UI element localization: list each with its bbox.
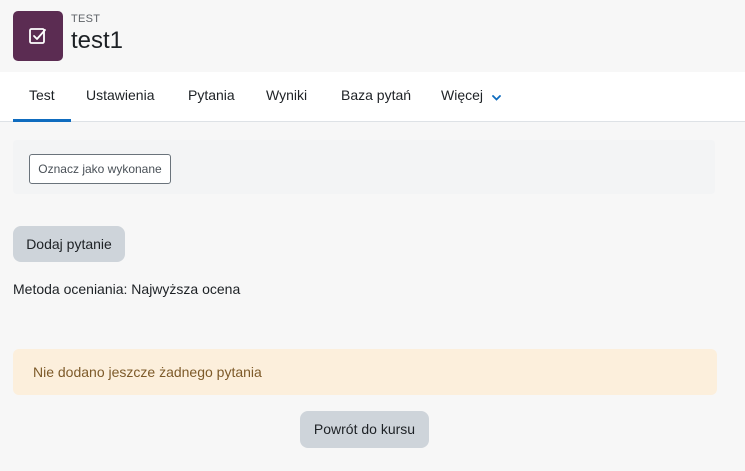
no-questions-alert: Nie dodano jeszcze żadnego pytania xyxy=(13,349,717,395)
chevron-down-icon xyxy=(492,73,501,120)
tab-question-bank[interactable]: Baza pytań xyxy=(341,72,411,119)
tab-settings[interactable]: Ustawienia xyxy=(86,72,154,119)
quiz-checkbox-icon xyxy=(13,11,63,61)
page-header: TEST test1 xyxy=(13,11,123,61)
tab-more[interactable]: Więcej xyxy=(441,72,501,119)
tab-label: Test xyxy=(29,87,55,103)
tab-label: Wyniki xyxy=(266,87,308,103)
tab-questions[interactable]: Pytania xyxy=(188,72,235,119)
tab-label: Ustawienia xyxy=(86,87,155,103)
add-question-button[interactable]: Dodaj pytanie xyxy=(13,226,125,262)
mark-as-done-button[interactable]: Oznacz jako wykonane xyxy=(29,154,171,184)
tab-label: Więcej xyxy=(441,87,484,103)
tab-label: Pytania xyxy=(188,87,235,103)
tab-label: Baza pytań xyxy=(341,87,412,103)
secondary-navigation: Test Ustawienia Pytania Wyniki Baza pyta… xyxy=(0,72,745,122)
module-type-label: TEST xyxy=(71,13,101,25)
back-to-course-button[interactable]: Powrót do kursu xyxy=(300,411,429,448)
page-title: test1 xyxy=(71,27,124,54)
grading-method-text: Metoda oceniania: Najwyższa ocena xyxy=(13,281,241,297)
tab-test[interactable]: Test xyxy=(13,72,71,122)
tab-results[interactable]: Wyniki xyxy=(266,72,307,119)
